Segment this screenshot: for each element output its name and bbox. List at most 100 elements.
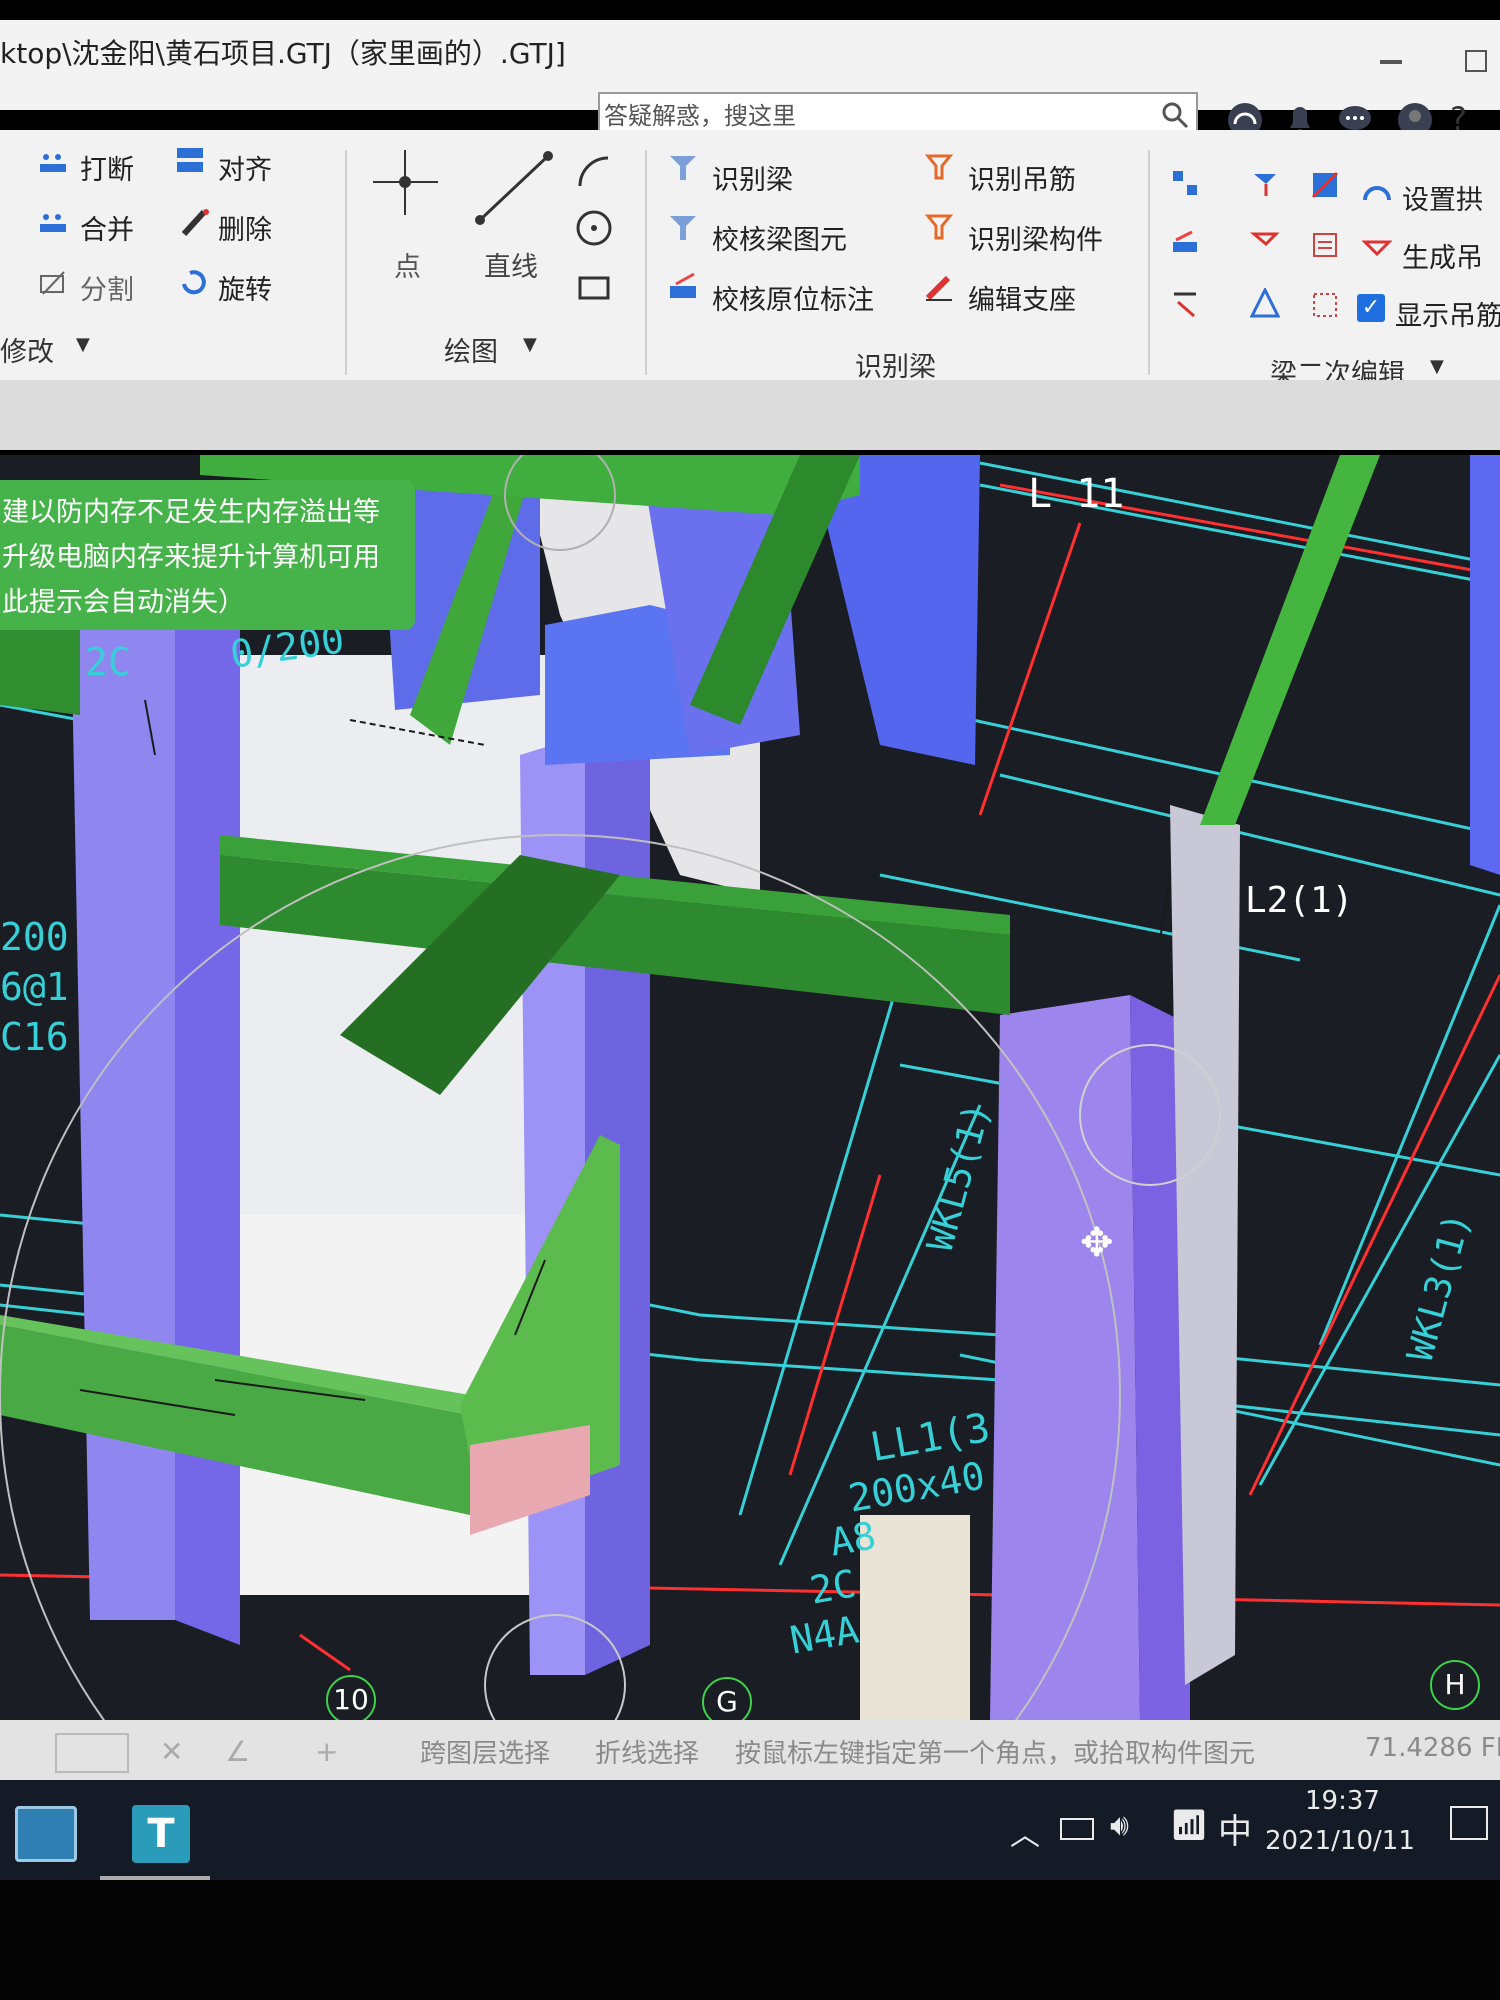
beam-label-l2: L2(1) [1245,880,1354,921]
edit-support-button[interactable]: 编辑支座 [968,278,1076,317]
notification-icon[interactable] [1450,1806,1488,1840]
select-mode-dropdown[interactable] [55,1733,129,1773]
align-button[interactable]: 对齐 [218,148,272,187]
merge-icon [40,214,66,232]
edit-tool-icon[interactable] [1170,228,1200,258]
point-icon [373,150,438,215]
recognize-beam-component-icon [924,214,954,240]
check-inplace-annotation-icon [670,272,696,298]
edit-support-icon [925,275,952,301]
tool-icon[interactable] [1250,288,1280,318]
tool-icon[interactable] [1310,170,1340,200]
tooltip-line-2: 升级电脑内存来提升计算机可用 [2,542,380,573]
tooltip-line-1: 建以防内存不足发生内存溢出等 [2,497,380,528]
clock-time[interactable]: 19:37 [1305,1786,1380,1816]
memory-warning-tooltip: 建以防内存不足发生内存溢出等 升级电脑内存来提升计算机可用 此提示会自动消失） [0,480,415,630]
chevron-up-icon[interactable]: ︿ [1010,1810,1040,1854]
line-icon [475,151,553,225]
minimize-button[interactable] [1380,60,1402,64]
ribbon-separator [645,150,647,375]
chevron-down-icon[interactable]: ▼ [76,334,90,355]
ribbon-separator [345,150,347,375]
recognize-beam-component-button[interactable]: 识别梁构件 [968,218,1103,257]
recognize-beam-button[interactable]: 识别梁 [712,158,793,197]
restore-button[interactable] [1465,50,1487,72]
point-button[interactable]: 点 [394,245,421,284]
rotate-icon [182,270,206,295]
add-icon[interactable]: + [315,1735,338,1768]
tool-icon[interactable] [1250,228,1280,258]
ribbon-shadow-band [0,380,1500,450]
app-icon-gtj[interactable]: T [132,1805,190,1863]
beam-label-ll1-top-bar: 2C [806,1561,860,1613]
close-icon[interactable]: ✕ [160,1735,183,1768]
modify-group-title[interactable]: 修改 [0,330,54,369]
beam-label-l11: L 11 [1028,471,1125,517]
monitor-bezel [0,1880,1500,2000]
set-arch-button[interactable]: 设置拱 [1402,178,1483,217]
align-icon [177,148,203,172]
fps-readout: 71.4286 FP [1365,1733,1500,1763]
clock-date[interactable]: 2021/10/11 [1265,1826,1415,1856]
recognize-hanger-icon [924,154,954,180]
cross-layer-select-button[interactable]: 跨图层选择 [420,1733,550,1770]
generate-hanger-button[interactable]: 生成吊 [1402,236,1483,275]
circle-icon[interactable] [574,208,614,248]
chevron-down-icon[interactable]: ▼ [523,334,537,355]
recognize-hanger-button[interactable]: 识别吊筋 [968,158,1076,197]
search-placeholder: 答疑解惑，搜这里 [604,102,796,130]
ribbon-separator [1148,150,1150,375]
layout-icon[interactable] [1170,168,1200,198]
beam-label-left-1: 200 [0,915,69,959]
rectangle-icon[interactable] [574,268,614,308]
arc-icon[interactable] [574,150,614,190]
ime-indicator[interactable]: 中 [1218,1804,1252,1853]
generate-hanger-icon [1362,240,1392,257]
chevron-down-icon[interactable]: ▼ [1430,356,1444,377]
axis-bubble-h: H [1430,1660,1480,1710]
show-hanger-label: 显示吊筋 [1395,301,1500,332]
battery-icon[interactable] [1060,1818,1094,1840]
split-button[interactable]: 分割 [80,268,134,307]
axis-bubble-10: 10 [326,1675,376,1720]
draw-group-title[interactable]: 绘图 [444,330,498,369]
orbit-cursor-icon: ✥ [1080,1220,1114,1266]
check-inplace-annotation-button[interactable]: 校核原位标注 [712,278,874,317]
check-beam-element-button[interactable]: 校核梁图元 [712,218,847,257]
scene-drawing [0,455,1500,1720]
recognize-beam-group-title: 识别梁 [855,352,936,383]
window-title: ktop\沈金阳\黄石项目.GTJ（家里画的）.GTJ] [0,37,566,70]
axis-bubble-g: G [702,1677,752,1720]
beam-label-left-2: 6@1 [0,965,69,1009]
tool-icon[interactable] [1250,168,1280,198]
set-arch-icon [1363,186,1391,201]
beam-label-top-left: 2C [85,640,131,684]
polyline-select-button[interactable]: 折线选择 [595,1733,699,1770]
split-icon [40,271,65,295]
column [70,545,175,1620]
search-icon[interactable] [1160,100,1190,130]
show-hanger-checkbox[interactable]: ✓ [1357,294,1385,322]
wifi-icon[interactable]: 📶︎ [1170,1808,1208,1843]
delete-button[interactable]: 删除 [218,208,272,247]
tool-icon[interactable] [1310,290,1340,320]
beam-label-ll1-stirrup: A8 [826,1513,880,1565]
volume-icon[interactable]: 🔊︎ [1110,1808,1129,1843]
break-button[interactable]: 打断 [80,148,134,187]
beam-label-left-3: C16 [0,1015,69,1059]
delete-icon [181,209,209,237]
recognize-beam-icon [670,156,696,180]
3d-viewport[interactable]: L 11 L2(1) WKL5(1) WKL3(1) LL1(3 200x40 … [0,455,1500,1720]
break-icon [40,154,66,172]
column [1470,455,1500,875]
beam [0,615,80,715]
angle-icon[interactable]: ∠ [225,1735,250,1768]
app-icon-calc[interactable] [15,1806,77,1862]
column [990,995,1140,1720]
tool-icon[interactable] [1170,288,1200,318]
tooltip-line-3: 此提示会自动消失） [2,587,245,618]
tool-icon[interactable] [1310,230,1340,260]
merge-button[interactable]: 合并 [80,208,134,247]
rotate-button[interactable]: 旋转 [218,268,272,307]
line-button[interactable]: 直线 [484,245,538,284]
